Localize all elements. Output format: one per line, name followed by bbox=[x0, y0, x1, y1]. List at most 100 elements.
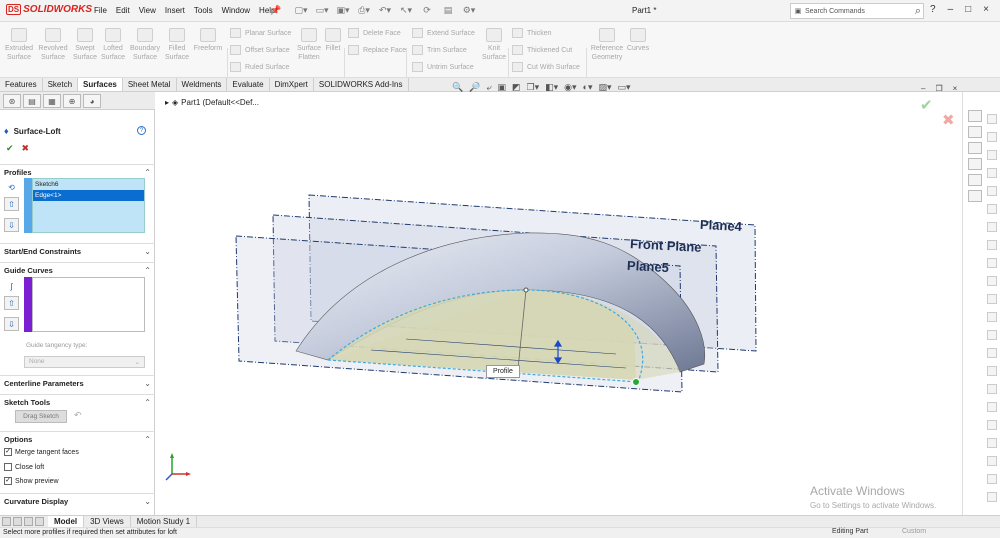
menu-tools[interactable]: Tools bbox=[194, 6, 213, 15]
tab-surfaces[interactable]: Surfaces bbox=[78, 78, 123, 91]
list-item-selected[interactable]: Edge<1> bbox=[33, 190, 144, 201]
side-tool-icon[interactable] bbox=[987, 438, 997, 448]
side-tool-icon[interactable] bbox=[987, 150, 997, 160]
solidworks-logo[interactable]: DS SOLIDWORKS bbox=[6, 4, 92, 15]
planar-surface-button[interactable]: Planar Surface bbox=[230, 28, 291, 38]
options-gear-icon[interactable]: ⚙▾ bbox=[460, 4, 478, 17]
file-properties-icon[interactable]: ▤ bbox=[439, 4, 457, 17]
graphics-area[interactable]: ▸ ◈ Part1 (Default<<Def... 🔍 🔎 ⤶ ▣ ◩ ❒▾ ◧▾… bbox=[156, 82, 961, 515]
side-tool-icon[interactable] bbox=[987, 456, 997, 466]
side-tool-icon[interactable] bbox=[987, 420, 997, 430]
extruded-surface-button[interactable]: Extruded Surface bbox=[4, 28, 34, 62]
first-tab-nav-icon[interactable] bbox=[2, 517, 11, 526]
tab-sketch[interactable]: Sketch bbox=[43, 78, 79, 91]
new-document-icon[interactable]: ▢▾ bbox=[292, 4, 310, 17]
search-scope-icon[interactable]: ▣ bbox=[791, 7, 805, 15]
revolved-surface-button[interactable]: Revolved Surface bbox=[36, 28, 70, 62]
profile-point-marker[interactable] bbox=[632, 378, 640, 386]
side-tool-icon[interactable] bbox=[987, 366, 997, 376]
tab-motion-study-1[interactable]: Motion Study 1 bbox=[131, 516, 198, 527]
select-icon[interactable]: ↖▾ bbox=[397, 4, 415, 17]
minimize-icon[interactable]: – bbox=[948, 4, 954, 15]
side-tool-icon[interactable] bbox=[987, 474, 997, 484]
side-tool-icon[interactable] bbox=[987, 240, 997, 250]
side-tool-icon[interactable] bbox=[987, 132, 997, 142]
fillet-button[interactable]: Fillet bbox=[323, 28, 343, 53]
delete-face-button[interactable]: Delete Face bbox=[348, 28, 401, 38]
move-up-button[interactable]: ⇧ bbox=[4, 197, 19, 211]
reference-geometry-button[interactable]: Reference Geometry bbox=[589, 28, 625, 62]
dimxpert-manager-tab-icon[interactable]: ⊕ bbox=[63, 94, 81, 108]
move-down-button[interactable]: ⇩ bbox=[4, 218, 19, 232]
side-tool-icon[interactable] bbox=[987, 276, 997, 286]
guide-move-down-button[interactable]: ⇩ bbox=[4, 317, 19, 331]
help-icon[interactable]: ? bbox=[930, 4, 936, 15]
tab-features[interactable]: Features bbox=[0, 78, 43, 91]
connector-handle[interactable] bbox=[523, 287, 529, 293]
menu-file[interactable]: File bbox=[94, 6, 107, 15]
menu-edit[interactable]: Edit bbox=[116, 6, 130, 15]
side-tool-icon[interactable] bbox=[987, 492, 997, 502]
side-tool-icon[interactable] bbox=[987, 348, 997, 358]
side-tool-icon[interactable] bbox=[987, 330, 997, 340]
tab-3d-views[interactable]: 3D Views bbox=[84, 516, 131, 527]
tab-weldments[interactable]: Weldments bbox=[177, 78, 228, 91]
section-curvature-display[interactable]: Curvature Display ⌄ bbox=[0, 493, 155, 507]
thicken-button[interactable]: Thicken bbox=[512, 28, 552, 38]
prev-tab-nav-icon[interactable] bbox=[13, 517, 22, 526]
side-tool-icon[interactable] bbox=[987, 222, 997, 232]
filled-surface-button[interactable]: Filled Surface bbox=[164, 28, 190, 62]
ruled-surface-button[interactable]: Ruled Surface bbox=[230, 62, 289, 72]
replace-face-button[interactable]: Replace Face bbox=[348, 45, 406, 55]
close-loft-checkbox[interactable] bbox=[4, 463, 12, 471]
pin-icon[interactable]: 📌 bbox=[270, 5, 281, 16]
maximize-icon[interactable]: □ bbox=[965, 4, 971, 15]
trim-surface-button[interactable]: Trim Surface bbox=[412, 45, 467, 55]
tab-model[interactable]: Model bbox=[48, 516, 85, 527]
side-tool-icon[interactable] bbox=[987, 114, 997, 124]
swept-surface-button[interactable]: Swept Surface bbox=[72, 28, 98, 62]
undo-icon[interactable]: ↶▾ bbox=[376, 4, 394, 17]
freeform-button[interactable]: Freeform bbox=[192, 28, 224, 53]
side-tool-icon[interactable] bbox=[987, 294, 997, 304]
offset-surface-button[interactable]: Offset Surface bbox=[230, 45, 290, 55]
tab-solidworks-add-ins[interactable]: SOLIDWORKS Add-Ins bbox=[314, 78, 409, 91]
tab-sheet-metal[interactable]: Sheet Metal bbox=[123, 78, 177, 91]
print-icon[interactable]: ⎙▾ bbox=[355, 4, 373, 17]
side-tool-icon[interactable] bbox=[987, 312, 997, 322]
list-item[interactable]: Sketch6 bbox=[33, 179, 144, 190]
feature-tree-tab-icon[interactable]: ⊛ bbox=[3, 94, 21, 108]
cut-with-surface-button[interactable]: Cut With Surface bbox=[512, 62, 580, 72]
extend-surface-button[interactable]: Extend Surface bbox=[412, 28, 475, 38]
merge-tangent-faces-option[interactable]: ✓ Merge tangent faces bbox=[4, 448, 79, 456]
surface-flatten-button[interactable]: Surface Flatten bbox=[294, 28, 324, 62]
section-guide-curves[interactable]: Guide Curves ⌃ bbox=[0, 262, 155, 276]
rebuild-icon[interactable]: ⟳ bbox=[418, 4, 436, 17]
side-tool-icon[interactable] bbox=[987, 384, 997, 394]
show-preview-checkbox[interactable]: ✓ bbox=[4, 477, 12, 485]
side-tool-icon[interactable] bbox=[987, 186, 997, 196]
menu-window[interactable]: Window bbox=[222, 6, 250, 15]
section-profiles[interactable]: Profiles ⌃ bbox=[0, 164, 155, 178]
close-icon[interactable]: × bbox=[983, 4, 989, 15]
curves-button[interactable]: Curves bbox=[626, 28, 650, 53]
search-commands-box[interactable]: ▣ Search Commands ⌕ bbox=[790, 3, 924, 19]
configuration-manager-tab-icon[interactable]: ▦ bbox=[43, 94, 61, 108]
guide-curves-list[interactable] bbox=[32, 277, 145, 332]
section-sketch-tools[interactable]: Sketch Tools ⌃ bbox=[0, 394, 155, 408]
merge-tangent-faces-checkbox[interactable]: ✓ bbox=[4, 448, 12, 456]
profile-callout[interactable]: Profile bbox=[486, 365, 520, 378]
ok-check-icon[interactable]: ✔ bbox=[6, 143, 14, 154]
untrim-surface-button[interactable]: Untrim Surface bbox=[412, 62, 474, 72]
thickened-cut-button[interactable]: Thickened Cut bbox=[512, 45, 572, 55]
solidworks-resources-icon[interactable] bbox=[968, 110, 982, 122]
search-icon[interactable]: ⌕ bbox=[915, 5, 923, 18]
tab-dimxpert[interactable]: DimXpert bbox=[270, 78, 314, 91]
guide-move-up-button[interactable]: ⇧ bbox=[4, 296, 19, 310]
side-tool-icon[interactable] bbox=[987, 258, 997, 268]
side-tool-icon[interactable] bbox=[987, 402, 997, 412]
open-icon[interactable]: ▭▾ bbox=[313, 4, 331, 17]
custom-properties-icon[interactable] bbox=[968, 190, 982, 202]
file-explorer-icon[interactable] bbox=[968, 142, 982, 154]
display-manager-tab-icon[interactable]: ◕ bbox=[83, 94, 101, 108]
